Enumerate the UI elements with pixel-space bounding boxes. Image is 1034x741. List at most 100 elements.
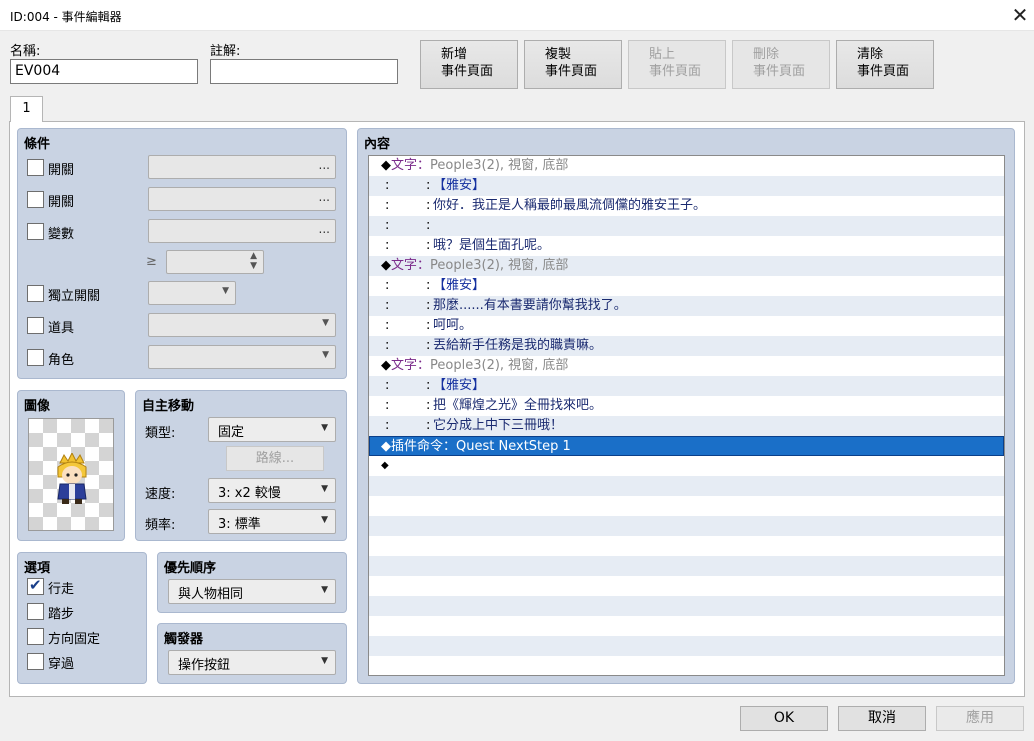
stepping-checkbox[interactable] [27,603,44,620]
route-button[interactable]: 路線... [226,446,324,471]
bullet-icon: ◆ [381,358,391,373]
delete-page-button[interactable]: 刪除 事件頁面 [732,40,830,89]
list-item[interactable]: :: 呵呵。 [369,316,1004,336]
list-item[interactable] [369,476,1004,496]
colon: : [385,298,390,313]
self-switch-select[interactable]: ▼ [148,281,236,305]
colon: : [426,238,431,253]
list-item[interactable]: :: 【雅安】 [369,176,1004,196]
self-switch-checkbox[interactable] [27,285,44,302]
bullet-icon: ◆ [381,439,391,454]
list-item[interactable]: ◆文字：People3(2), 視窗, 底部 [369,256,1004,276]
command-name: 文字 [391,258,418,273]
through-checkbox[interactable] [27,653,44,670]
actor-checkbox[interactable] [27,349,44,366]
through-label: 穿過 [48,657,75,672]
list-item[interactable] [369,616,1004,636]
trigger-select[interactable]: 操作按鈕 ▼ [168,650,336,675]
list-item[interactable] [369,536,1004,556]
self-switch-label: 獨立開關 [48,289,101,304]
list-item[interactable] [369,636,1004,656]
options-title: 選項 [24,561,51,576]
command-param: People3(2), 視窗, 底部 [430,158,569,173]
colon: : [385,418,390,433]
list-item[interactable]: :: 把《輝煌之光》全冊找來吧。 [369,396,1004,416]
list-item[interactable] [369,576,1004,596]
spin-down-icon[interactable]: ▼ [250,261,257,271]
message-text: 那麼......有本書要請你幫我找了。 [433,298,627,313]
switch1-field[interactable]: ... [148,155,336,179]
command-sep: ： [417,158,431,173]
conditions-title: 條件 [24,137,51,152]
switch1-label: 開關 [48,163,75,178]
speed-label: 速度: [145,487,176,502]
list-item[interactable]: :: [369,216,1004,236]
list-item[interactable]: ◆文字：People3(2), 視窗, 底部 [369,156,1004,176]
paste-page-label-1: 貼上 [649,47,676,62]
list-item-selected[interactable]: ◆插件命令：Quest NextStep 1 [369,436,1004,456]
contents-title: 內容 [364,137,391,152]
command-list[interactable]: ◆文字：People3(2), 視窗, 底部 :: 【雅安】 :: 你好．我正是人稱… [368,155,1005,676]
chevron-down-icon: ▼ [321,423,328,433]
list-item[interactable] [369,656,1004,675]
command-sep: ： [443,439,457,454]
colon: : [385,238,390,253]
list-item[interactable]: :: 丟給新手任務是我的職責嘛。 [369,336,1004,356]
list-item[interactable]: :: 【雅安】 [369,276,1004,296]
apply-button[interactable]: 應用 [936,706,1024,731]
variable-checkbox[interactable] [27,223,44,240]
name-input[interactable]: EV004 [10,59,198,84]
list-item[interactable] [369,596,1004,616]
speaker-name: 【雅安】 [433,178,486,193]
command-param: People3(2), 視窗, 底部 [430,358,569,373]
list-item[interactable] [369,556,1004,576]
colon: : [385,218,390,233]
item-select[interactable]: ▼ [148,313,336,337]
switch2-checkbox[interactable] [27,191,44,208]
note-input[interactable] [210,59,398,84]
list-item[interactable] [369,516,1004,536]
list-item[interactable] [369,496,1004,516]
list-item[interactable]: :: 哦？是個生面孔呢。 [369,236,1004,256]
command-name: 文字 [391,158,418,173]
copy-page-button[interactable]: 複製 事件頁面 [524,40,622,89]
item-checkbox[interactable] [27,317,44,334]
cancel-button[interactable]: 取消 [838,706,926,731]
list-item[interactable]: :: 它分成上中下三冊哦！ [369,416,1004,436]
variable-field[interactable]: ... [148,219,336,243]
chevron-down-icon: ▼ [321,484,328,494]
walk-checkbox[interactable] [27,576,44,595]
ok-button[interactable]: OK [740,706,828,731]
image-preview[interactable] [28,418,114,531]
direction-fix-label: 方向固定 [48,632,101,647]
variable-value-spinner[interactable]: ▲ ▼ [166,250,264,274]
speed-select[interactable]: 3: x2 較慢 ▼ [208,478,336,503]
trigger-value: 操作按鈕 [178,658,231,673]
list-item[interactable]: ◆文字：People3(2), 視窗, 底部 [369,356,1004,376]
close-icon[interactable]: ✕ [1008,2,1032,28]
switch1-checkbox[interactable] [27,159,44,176]
actor-select[interactable]: ▼ [148,345,336,369]
colon: : [426,398,431,413]
switch2-field[interactable]: ... [148,187,336,211]
move-type-select[interactable]: 固定 ▼ [208,417,336,442]
chevron-down-icon: ▼ [322,318,329,328]
command-sep: ： [417,358,431,373]
tab-page-1[interactable]: 1 [10,96,43,122]
copy-page-label-1: 複製 [545,47,572,62]
priority-select[interactable]: 與人物相同 ▼ [168,579,336,604]
list-item[interactable]: :: 你好．我正是人稱最帥最風流倜儻的雅安王子。 [369,196,1004,216]
spin-up-icon[interactable]: ▲ [250,251,257,261]
list-item[interactable]: :: 那麼......有本書要請你幫我找了。 [369,296,1004,316]
new-page-button[interactable]: 新增 事件頁面 [420,40,518,89]
image-title: 圖像 [24,399,51,414]
clear-page-button[interactable]: 清除 事件頁面 [836,40,934,89]
list-item[interactable]: :: 【雅安】 [369,376,1004,396]
item-label: 道具 [48,321,75,336]
direction-fix-checkbox[interactable] [27,628,44,645]
move-type-value: 固定 [218,425,245,440]
paste-page-button[interactable]: 貼上 事件頁面 [628,40,726,89]
list-item[interactable]: ◆ [369,456,1004,476]
frequency-select[interactable]: 3: 標準 ▼ [208,509,336,534]
message-text: 丟給新手任務是我的職責嘛。 [433,338,603,353]
